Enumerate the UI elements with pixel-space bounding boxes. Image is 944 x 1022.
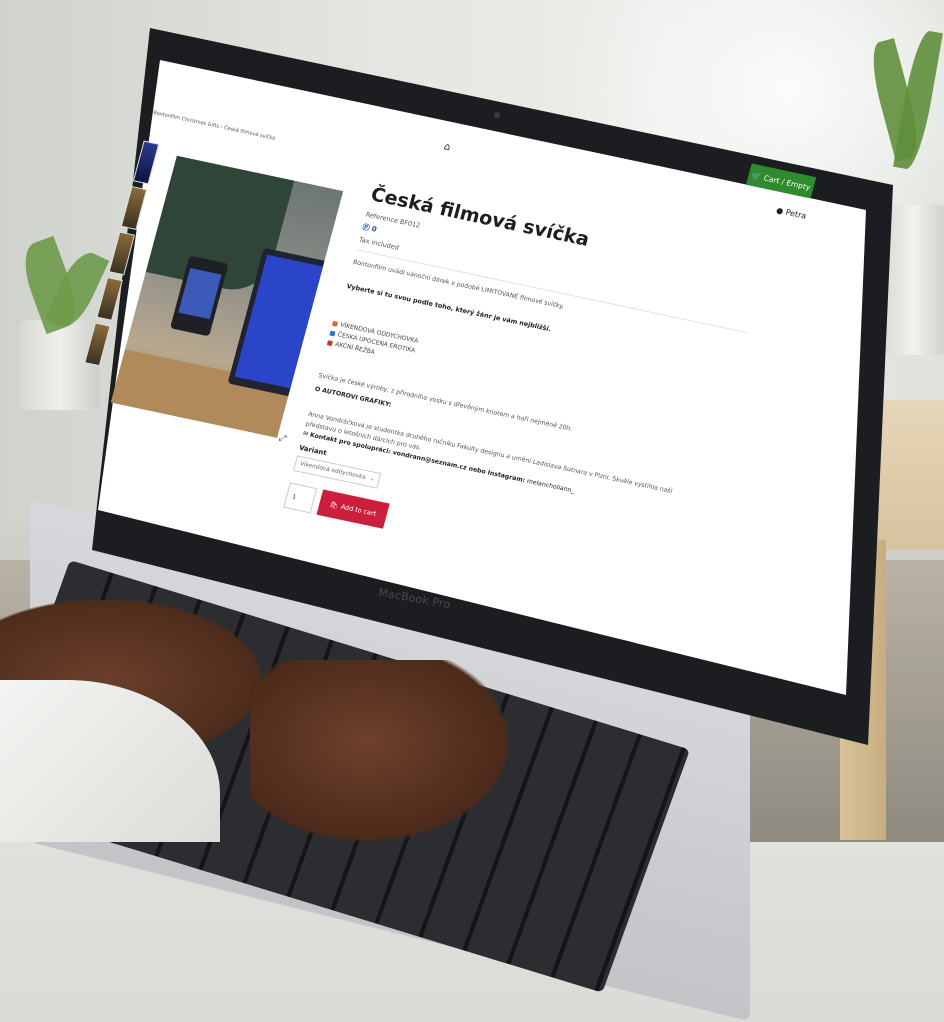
expand-icon[interactable]: ⤢ — [278, 433, 288, 444]
loyalty-points: Ⓟ 0 — [361, 222, 378, 235]
add-to-cart-label: Add to cart — [339, 502, 378, 518]
product-image[interactable] — [110, 155, 344, 438]
variant-value: Víkendová oddychovka — [299, 461, 367, 481]
photo-candle-label — [178, 267, 222, 320]
variant-select[interactable]: Víkendová oddychovka ⌄ — [293, 455, 382, 489]
variant-label: Variant — [298, 443, 328, 458]
product-intro: Bontonfilm uvádí vánoční dárek v podobě … — [352, 258, 565, 311]
cart-label: Cart / Empty — [762, 172, 812, 192]
product-choose: Vyberte si tu svou podle toho, který žán… — [345, 282, 552, 334]
contact-icon: ✉ — [302, 430, 310, 439]
genre-icon — [331, 320, 339, 327]
right-hand — [250, 660, 510, 842]
chevron-down-icon: ⌄ — [368, 475, 376, 483]
contact-handle[interactable]: melancholiann_ — [524, 477, 575, 495]
genre-icon — [329, 330, 336, 337]
tax-note: Tax included — [358, 235, 400, 252]
bag-icon: 🛍 — [328, 500, 340, 510]
add-to-cart-button[interactable]: 🛍 Add to cart — [316, 489, 390, 529]
points-icon: Ⓟ — [361, 223, 371, 233]
user-icon: ● — [775, 205, 785, 216]
points-value: 0 — [370, 225, 378, 234]
camera-icon — [494, 112, 500, 118]
genre-icon — [326, 340, 333, 347]
genre-list: VÍKENDOVÁ ODDYCHOVKA ČESKÁ UPOCENÁ EROTI… — [326, 320, 419, 367]
quantity-input[interactable]: 1 — [283, 482, 318, 514]
plant-pot-right — [885, 205, 944, 355]
divider — [356, 249, 748, 334]
cart-icon: 🛒 — [750, 170, 763, 182]
